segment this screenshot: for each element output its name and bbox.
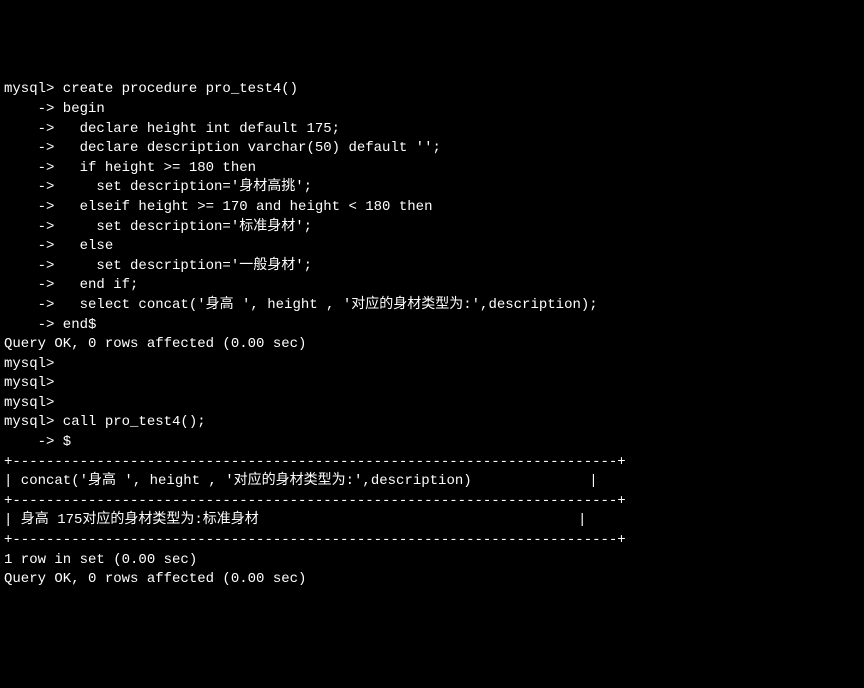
- terminal-line: 1 row in set (0.00 sec): [4, 551, 860, 571]
- terminal-line: -> set description='身材高挑';: [4, 178, 860, 198]
- terminal-line: -> end if;: [4, 276, 860, 296]
- terminal-line: -> declare height int default 175;: [4, 120, 860, 140]
- terminal-line: mysql>: [4, 394, 860, 414]
- terminal-line: Query OK, 0 rows affected (0.00 sec): [4, 570, 860, 590]
- terminal-line: -> select concat('身高 ', height , '对应的身材类…: [4, 296, 860, 316]
- terminal-line: | 身高 175对应的身材类型为:标准身材 |: [4, 511, 860, 531]
- terminal-line: -> $: [4, 433, 860, 453]
- terminal-line: mysql>: [4, 355, 860, 375]
- terminal-line: -> end$: [4, 316, 860, 336]
- terminal-line: | concat('身高 ', height , '对应的身材类型为:',des…: [4, 472, 860, 492]
- terminal-line: +---------------------------------------…: [4, 492, 860, 512]
- terminal-line: -> if height >= 180 then: [4, 159, 860, 179]
- terminal-line: -> begin: [4, 100, 860, 120]
- terminal-line: Query OK, 0 rows affected (0.00 sec): [4, 335, 860, 355]
- terminal-line: +---------------------------------------…: [4, 531, 860, 551]
- terminal-line: -> else: [4, 237, 860, 257]
- terminal-line: -> elseif height >= 170 and height < 180…: [4, 198, 860, 218]
- terminal-line: -> set description='一般身材';: [4, 257, 860, 277]
- terminal-line: +---------------------------------------…: [4, 453, 860, 473]
- terminal-line: mysql>: [4, 374, 860, 394]
- terminal-output: mysql> create procedure pro_test4() -> b…: [4, 80, 860, 589]
- terminal-line: mysql> call pro_test4();: [4, 413, 860, 433]
- terminal-line: -> declare description varchar(50) defau…: [4, 139, 860, 159]
- terminal-line: mysql> create procedure pro_test4(): [4, 80, 860, 100]
- terminal-line: -> set description='标准身材';: [4, 218, 860, 238]
